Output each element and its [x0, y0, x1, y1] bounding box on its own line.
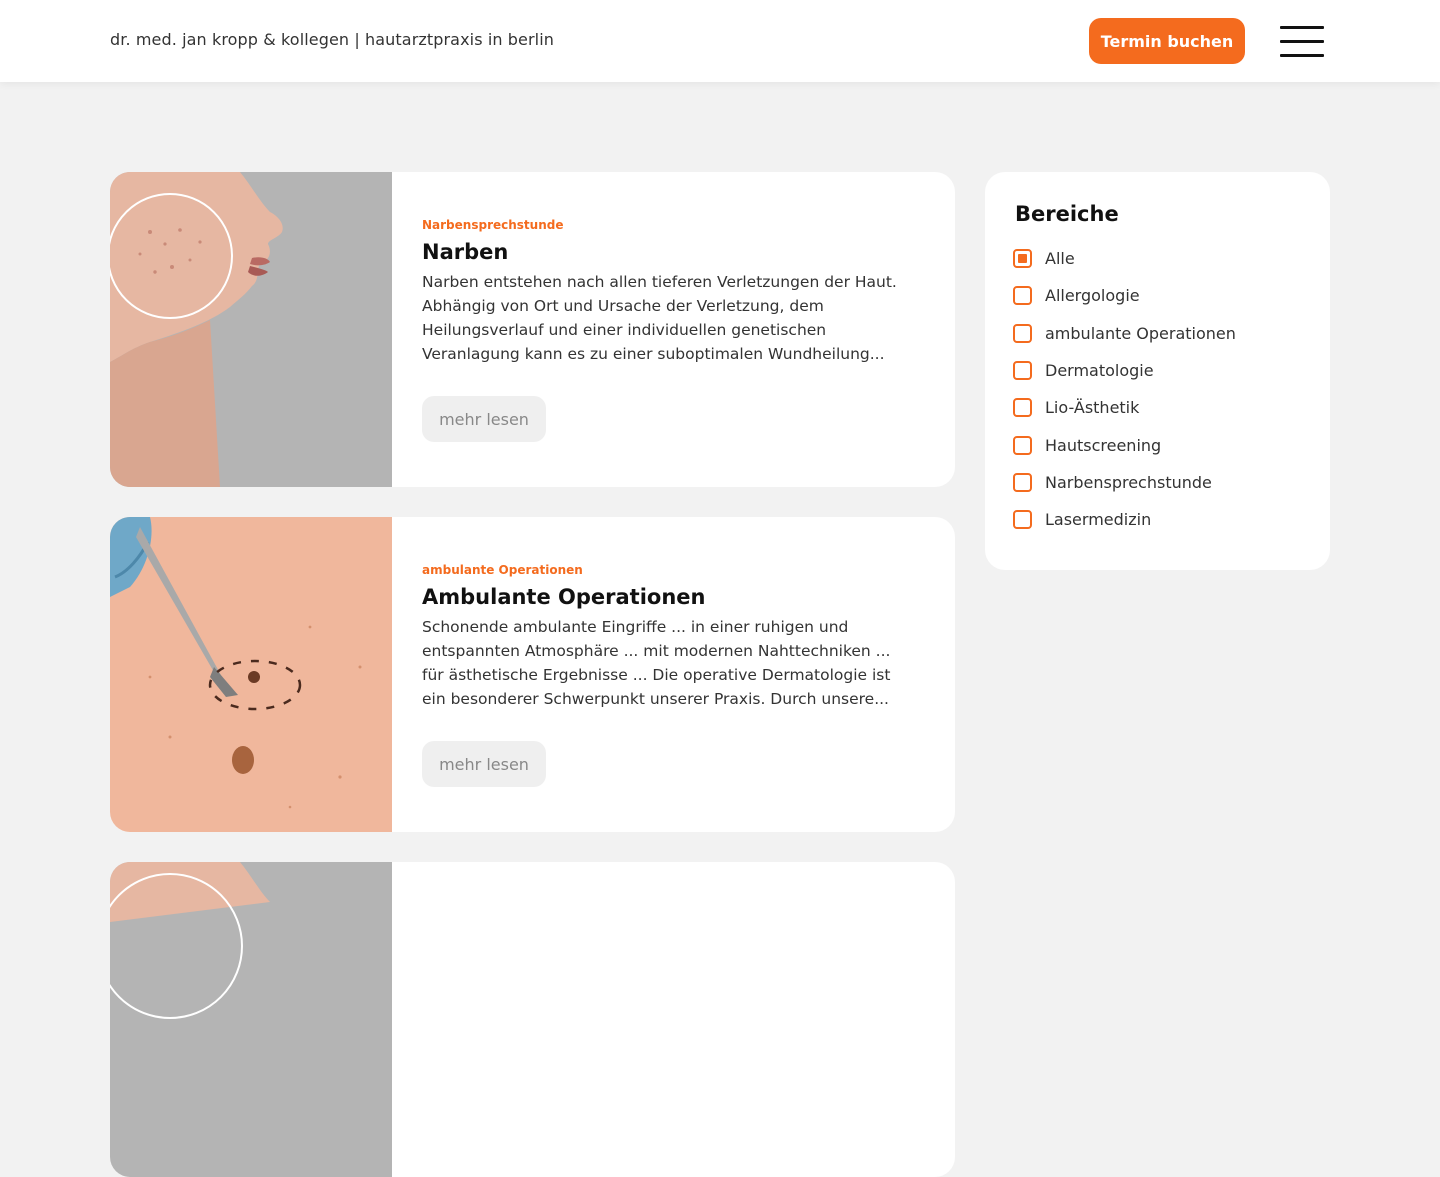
- filter-label: Narbensprechstunde: [1045, 472, 1212, 492]
- face-image[interactable]: [110, 862, 392, 1177]
- article-card: ambulante Operationen Ambulante Operatio…: [110, 517, 955, 832]
- filter-title: Bereiche: [1015, 202, 1119, 226]
- filter-item-lasermedizin[interactable]: Lasermedizin: [1013, 501, 1236, 538]
- article-excerpt: Narben entstehen nach allen tieferen Ver…: [422, 273, 897, 363]
- filter-label: Hautscreening: [1045, 435, 1162, 455]
- filter-label: Alle: [1045, 249, 1075, 269]
- checkbox-checked[interactable]: [1013, 249, 1032, 269]
- filter-item-narbensprechstunde[interactable]: Narbensprechstunde: [1013, 464, 1236, 501]
- menu-line: [1280, 26, 1324, 29]
- checkbox[interactable]: [1013, 323, 1032, 343]
- article-card: Narbensprechstunde Narben Narben entsteh…: [110, 172, 955, 487]
- checkbox[interactable]: [1013, 361, 1032, 381]
- filter-item-allergologie[interactable]: Allergologie: [1013, 277, 1236, 314]
- checkbox[interactable]: [1013, 435, 1032, 455]
- article-category[interactable]: Narbensprechstunde: [422, 218, 563, 232]
- checkbox[interactable]: [1013, 398, 1032, 418]
- checkbox[interactable]: [1013, 510, 1032, 530]
- site-brand[interactable]: dr. med. jan kropp & kollegen | hautarzt…: [110, 30, 554, 49]
- filter-item-alle[interactable]: Alle: [1013, 240, 1236, 277]
- filter-label: Lasermedizin: [1045, 510, 1152, 530]
- menu-line: [1280, 40, 1324, 43]
- filter-item-lio-aesthetik[interactable]: Lio-Ästhetik: [1013, 389, 1236, 426]
- menu-line: [1280, 54, 1324, 57]
- filter-label: Allergologie: [1045, 286, 1140, 306]
- filter-label: Lio-Ästhetik: [1045, 398, 1140, 418]
- filter-list: Alle Allergologie ambulante Operationen …: [1013, 240, 1236, 538]
- checkbox[interactable]: [1013, 472, 1032, 492]
- read-more-button[interactable]: mehr lesen: [422, 741, 546, 787]
- filter-label: Dermatologie: [1045, 361, 1154, 381]
- category-filter: Bereiche Alle Allergologie ambulante Ope…: [985, 172, 1330, 570]
- book-appointment-button[interactable]: Termin buchen: [1089, 18, 1245, 64]
- article-category[interactable]: ambulante Operationen: [422, 563, 583, 577]
- filter-label: ambulante Operationen: [1045, 323, 1236, 343]
- face-scar-image[interactable]: [110, 172, 392, 487]
- filter-item-ambulante-operationen[interactable]: ambulante Operationen: [1013, 315, 1236, 352]
- checkbox[interactable]: [1013, 286, 1032, 306]
- read-more-button[interactable]: mehr lesen: [422, 396, 546, 442]
- article-title[interactable]: Ambulante Operationen: [422, 585, 706, 609]
- site-header: dr. med. jan kropp & kollegen | hautarzt…: [0, 0, 1440, 82]
- hamburger-menu-icon[interactable]: [1280, 24, 1326, 60]
- article-title[interactable]: Narben: [422, 240, 508, 264]
- filter-item-dermatologie[interactable]: Dermatologie: [1013, 352, 1236, 389]
- filter-item-hautscreening[interactable]: Hautscreening: [1013, 426, 1236, 463]
- surgery-mole-image[interactable]: [110, 517, 392, 832]
- article-card: [110, 862, 955, 1177]
- article-excerpt: Schonende ambulante Eingriffe ... in ein…: [422, 618, 891, 708]
